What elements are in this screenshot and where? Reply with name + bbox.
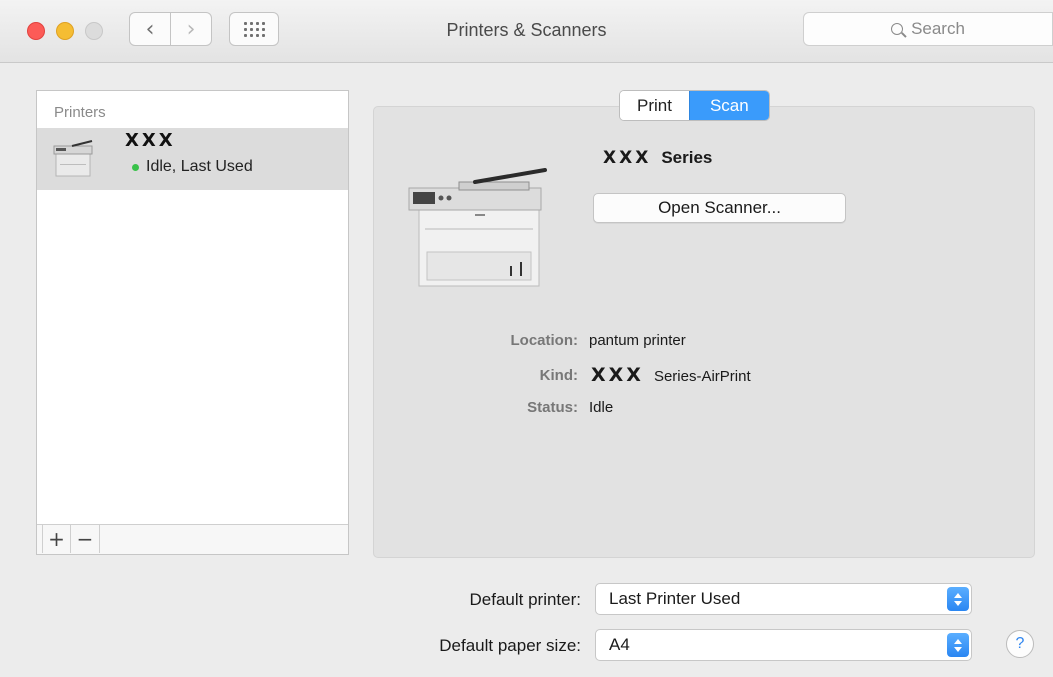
default-printer-label: Default printer:: [469, 590, 582, 609]
status-dot-icon: [132, 163, 139, 171]
default-paper-size-value: A4: [609, 635, 630, 654]
kind-model: XXX: [591, 364, 644, 386]
help-button[interactable]: ?: [1006, 630, 1034, 658]
printer-status-text: Idle, Last Used: [146, 158, 253, 175]
search-icon: [891, 23, 904, 35]
kind-label: Kind:: [539, 367, 578, 384]
updown-arrows-icon: [947, 633, 969, 657]
default-paper-size-label: Default paper size:: [439, 636, 581, 655]
printer-name: XXX: [125, 130, 176, 151]
location-label: Location:: [510, 332, 579, 349]
tab-scan[interactable]: Scan: [688, 91, 769, 120]
status-value: Idle: [589, 399, 614, 416]
printers-list-header: Printers: [54, 104, 106, 121]
printers-list: Printers XXX Idle, Last Used + −: [36, 90, 349, 555]
printer-thumbnail-icon: [53, 140, 93, 177]
location-value: pantum printer: [589, 332, 686, 349]
default-printer-select[interactable]: Last Printer Used: [595, 583, 972, 615]
tab-print[interactable]: Print: [620, 91, 689, 120]
search-placeholder: Search: [911, 19, 965, 38]
title-bar: ‹ › Printers & Scanners Search: [0, 0, 1053, 63]
default-paper-size-select[interactable]: A4: [595, 629, 972, 661]
updown-arrows-icon: [947, 587, 969, 611]
printer-status: Idle, Last Used: [132, 158, 253, 176]
search-field[interactable]: Search: [803, 12, 1053, 46]
printer-list-item[interactable]: XXX Idle, Last Used: [37, 128, 348, 190]
device-name: XXX Series: [603, 148, 712, 168]
device-model: XXX: [603, 148, 652, 168]
open-scanner-button[interactable]: Open Scanner...: [593, 193, 846, 223]
print-scan-tabs: Print Scan: [619, 90, 770, 121]
status-label: Status:: [527, 399, 578, 416]
kind-value: XXX Series-AirPrint: [591, 364, 751, 386]
kind-series: Series-AirPrint: [653, 368, 751, 385]
printers-list-toolbar: + −: [37, 524, 348, 554]
remove-printer-button[interactable]: −: [71, 525, 100, 553]
default-printer-value: Last Printer Used: [609, 589, 741, 608]
device-series: Series: [661, 148, 713, 167]
multifunction-printer-image: [408, 168, 547, 287]
add-printer-button[interactable]: +: [42, 525, 71, 553]
